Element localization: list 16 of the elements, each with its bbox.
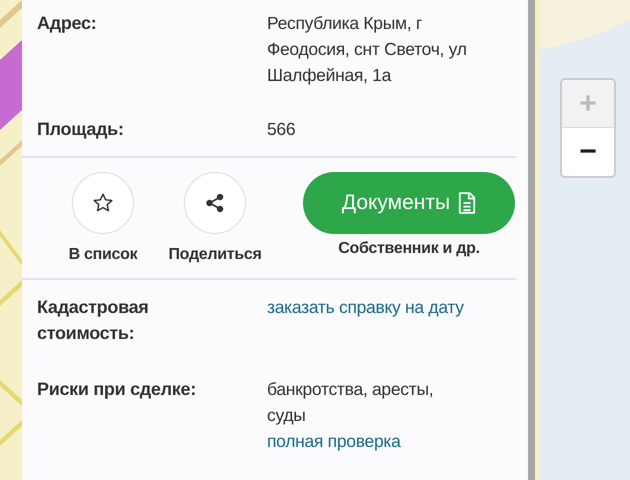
action-label: Поделиться xyxy=(168,246,262,264)
star-icon xyxy=(92,192,114,214)
field-value: Республика Крым, г Феодосия, снт Светоч, ул Шалфейная, 1а xyxy=(267,12,468,87)
field-label: Риски при сделке: xyxy=(37,378,197,401)
share-icon xyxy=(204,192,226,214)
field-label: Кадастровая стоимость: xyxy=(37,296,150,345)
document-icon xyxy=(458,192,476,214)
field-value: банкротства, аресты, суды xyxy=(267,378,434,427)
field-value: 566 xyxy=(267,118,296,141)
link[interactable]: заказать справку на дату xyxy=(267,294,464,320)
action-label: В список xyxy=(68,246,138,264)
field-label: Адрес: xyxy=(37,12,98,35)
link[interactable]: полная проверка xyxy=(267,428,401,454)
documents-button[interactable]: Документы xyxy=(303,172,515,234)
field-label: Площадь: xyxy=(37,118,125,141)
button-caption: Собственник и др. xyxy=(338,240,480,258)
